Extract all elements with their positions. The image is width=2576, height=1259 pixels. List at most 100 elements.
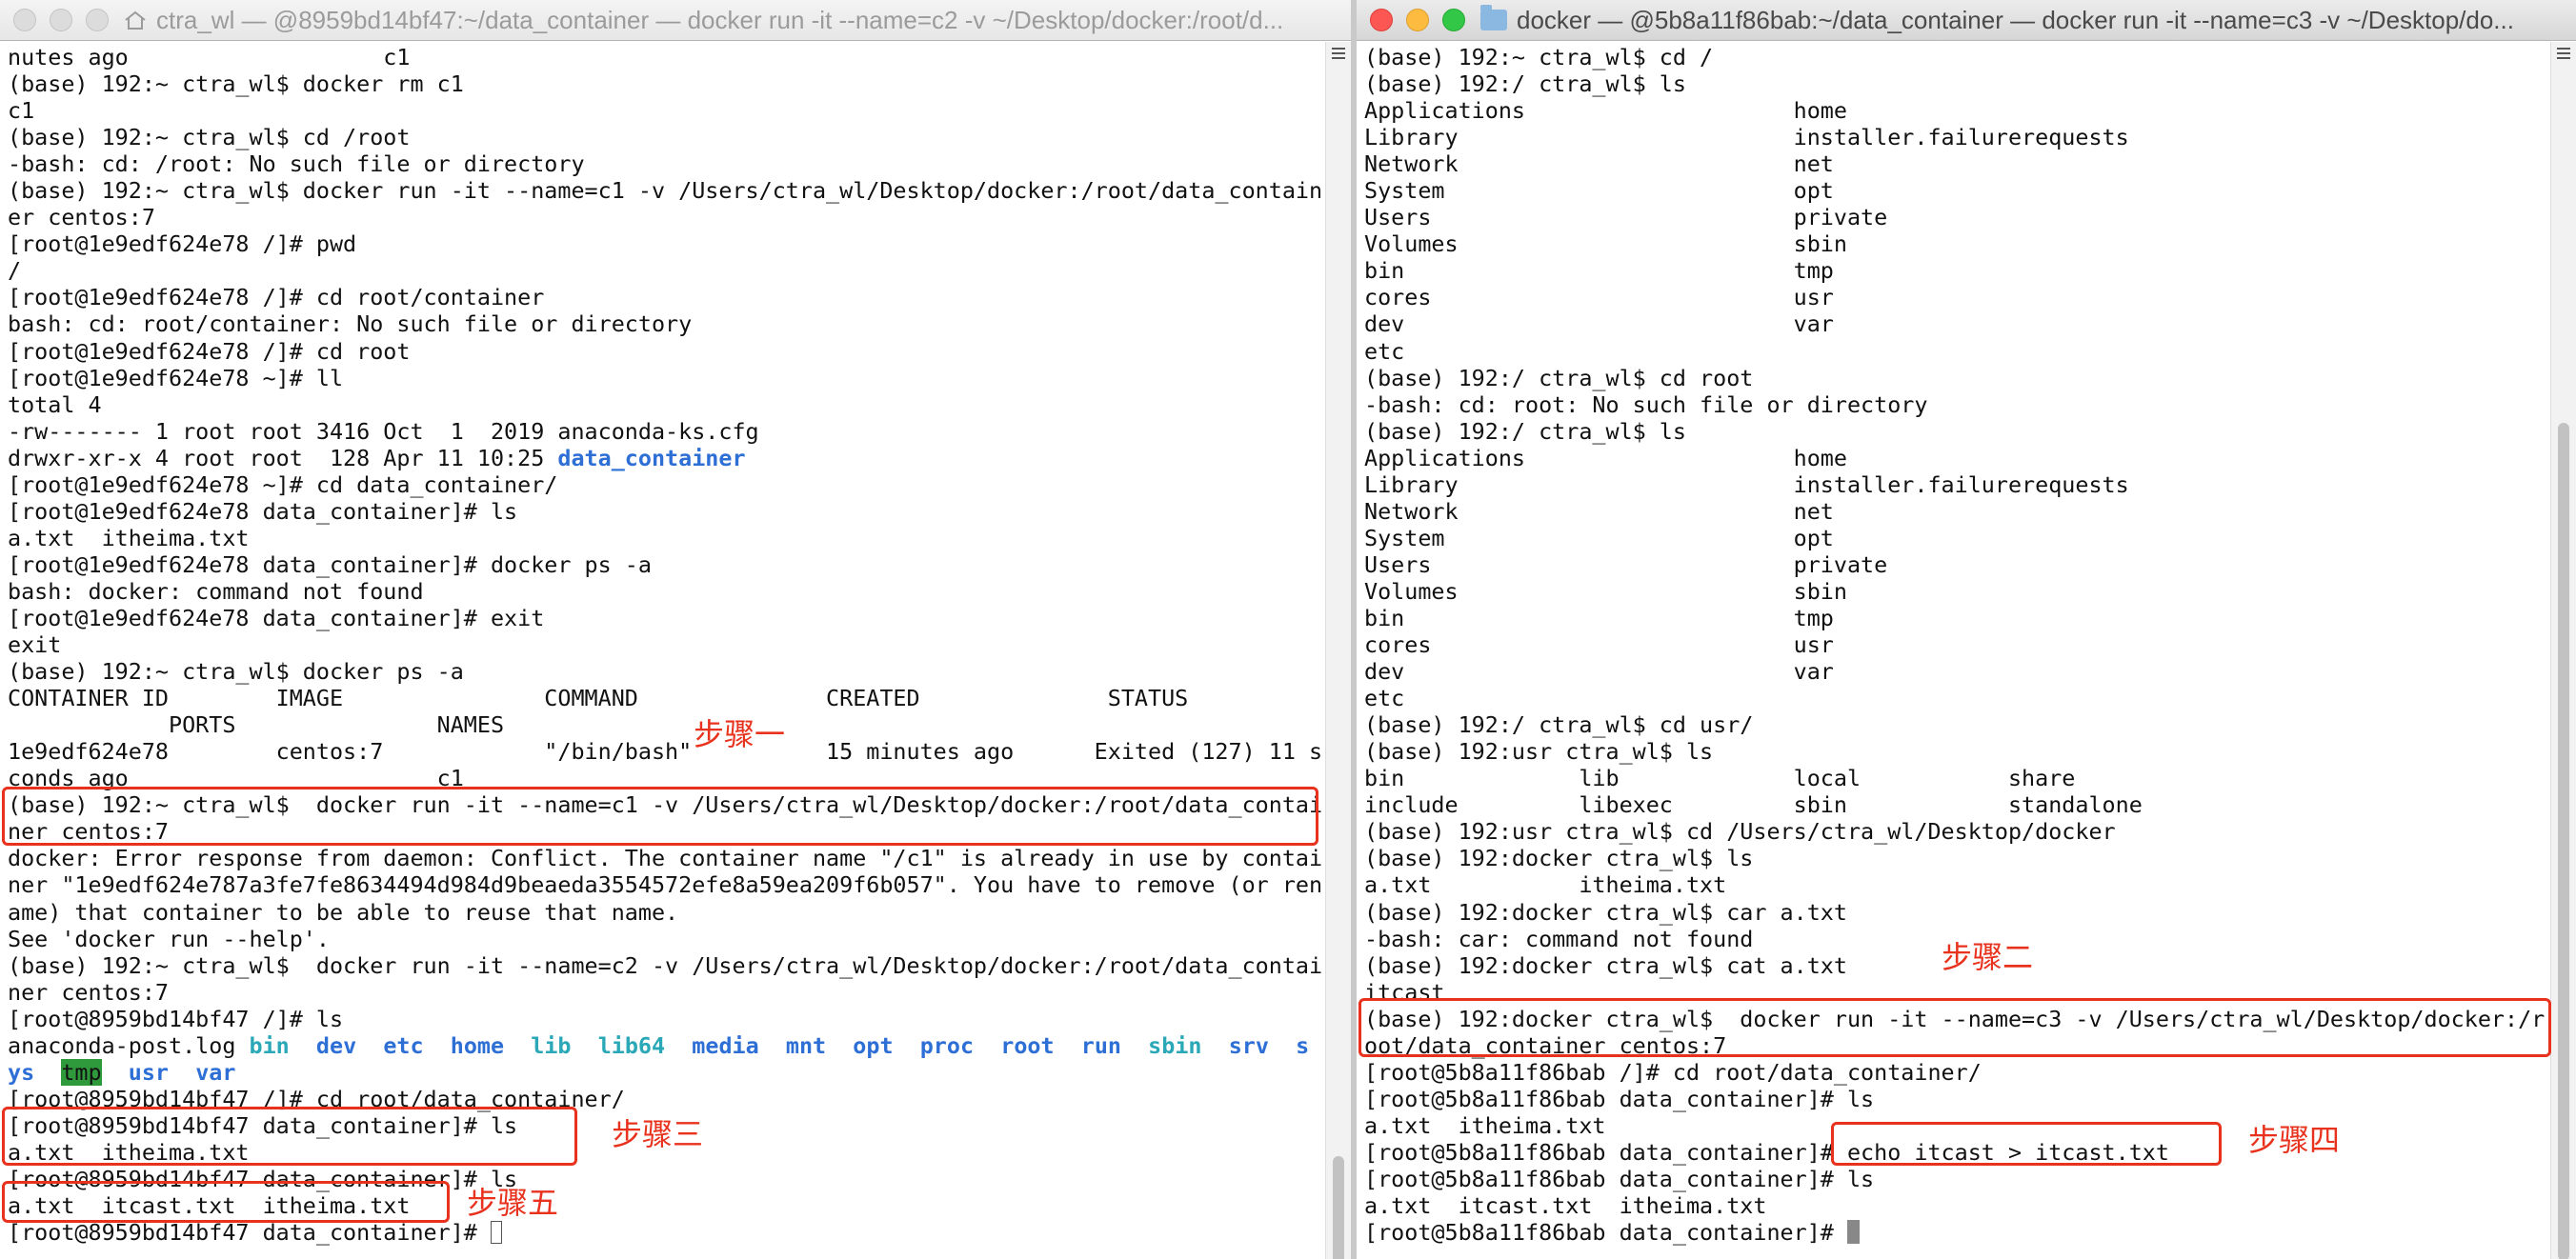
terminal-line: (base) 192:usr ctra_wl$ ls xyxy=(1364,738,1714,766)
terminal-line: nutes ago c1 xyxy=(8,44,411,70)
terminal-line: CONTAINER ID IMAGE COMMAND CREATED STATU… xyxy=(8,685,1189,712)
directory-entry: root xyxy=(1000,1031,1055,1059)
terminal-line: (base) 192:docker ctra_wl$ car a.txt xyxy=(1364,898,1847,926)
step2-label: 步骤二 xyxy=(1942,939,2034,975)
terminal-line: (base) 192:docker ctra_wl$ ls xyxy=(1364,845,1754,872)
terminal-line: (base) 192:/ ctra_wl$ ls xyxy=(1364,70,1686,98)
terminal-line: bin tmp xyxy=(1364,257,1834,285)
terminal-line: dev var xyxy=(1364,658,1834,686)
step1-label: 步骤一 xyxy=(694,716,786,752)
terminal-line: [root@8959bd14bf47 /]# ls xyxy=(8,1005,344,1032)
text-cursor xyxy=(490,1221,502,1245)
highlight-box-step2-command xyxy=(1358,998,2551,1057)
terminal-line: etc xyxy=(1364,337,1405,365)
traffic-lights-left xyxy=(13,9,109,31)
terminal-line: anaconda-post.log bin dev etc home lib l… xyxy=(8,1031,1310,1059)
terminal-line: (base) 192:usr ctra_wl$ cd /Users/ctra_w… xyxy=(1364,818,2116,846)
terminal-line: ner centos:7 xyxy=(8,978,169,1006)
terminal-line: [root@5b8a11f86bab data_container]# xyxy=(1364,1219,2547,1246)
directory-entry: usr xyxy=(128,1058,170,1086)
terminal-line: docker: Error response from daemon: Conf… xyxy=(8,845,1322,872)
highlight-box-step4-echo xyxy=(1831,1122,2222,1166)
split-pane-icon[interactable] xyxy=(1332,48,1345,59)
directory-entry: ys xyxy=(8,1058,35,1086)
zoom-window-button[interactable] xyxy=(1442,9,1465,31)
directory-entry: lib xyxy=(531,1031,572,1059)
terminal-line: (base) 192:/ ctra_wl$ ls xyxy=(1364,417,1686,445)
terminal-line: c1 xyxy=(8,97,35,125)
terminal-line: include libexec sbin standalone xyxy=(1364,791,2143,819)
terminal-line: a.txt itcast.txt itheima.txt xyxy=(1364,1192,1767,1220)
terminal-line: bin tmp xyxy=(1364,604,1834,631)
step4-label: 步骤四 xyxy=(2248,1122,2341,1158)
traffic-lights-right xyxy=(1370,9,1465,31)
directory-entry: sbin xyxy=(1148,1031,1202,1059)
terminal-line: Applications home xyxy=(1364,97,1847,125)
minimize-window-button[interactable] xyxy=(1406,9,1429,31)
directory-entry: opt xyxy=(853,1031,894,1059)
folder-icon xyxy=(1480,5,1507,31)
terminal-line: [root@5b8a11f86bab /]# cd root/data_cont… xyxy=(1364,1058,1982,1086)
scrollbar-right[interactable] xyxy=(2550,42,2576,1259)
title-bar-right[interactable]: docker — @5b8a11f86bab:~/data_container … xyxy=(1357,0,2576,41)
terminal-line: (base) 192:~ ctra_wl$ docker rm c1 xyxy=(8,70,464,98)
terminal-line: -bash: cd: /root: No such file or direct… xyxy=(8,150,585,178)
terminal-line: 1e9edf624e78 centos:7 "/bin/bash" 15 min… xyxy=(8,738,1322,766)
terminal-line: ys tmp usr var xyxy=(8,1058,1322,1086)
close-window-button[interactable] xyxy=(1370,9,1393,31)
terminal-line: ame) that container to be able to reuse … xyxy=(8,898,679,926)
terminal-line: -bash: cd: root: No such file or directo… xyxy=(1364,390,1928,418)
terminal-line: dev var xyxy=(1364,310,1834,338)
terminal-window-left[interactable]: ctra_wl — @8959bd14bf47:~/data_container… xyxy=(0,0,1351,1259)
directory-entry: bin xyxy=(249,1031,290,1059)
terminal-line: [root@1e9edf624e78 /]# cd root/container xyxy=(8,284,545,311)
terminal-line: exit xyxy=(8,631,62,659)
terminal-line: bin lib local share xyxy=(1364,765,2076,792)
terminal-window-right[interactable]: docker — @5b8a11f86bab:~/data_container … xyxy=(1357,0,2576,1259)
terminal-line: PORTS NAMES xyxy=(8,711,505,739)
terminal-line: [root@1e9edf624e78 data_container]# exit xyxy=(8,604,545,631)
terminal-line: er centos:7 xyxy=(8,204,155,231)
terminal-line: (base) 192:~ ctra_wl$ docker ps -a xyxy=(8,658,464,686)
directory-entry: var xyxy=(195,1058,236,1086)
terminal-line: (base) 192:~ ctra_wl$ docker run -it --n… xyxy=(8,177,1322,205)
zoom-window-button[interactable] xyxy=(86,9,109,31)
directory-entry: s xyxy=(1296,1031,1310,1059)
terminal-line: Library installer.failurerequests xyxy=(1364,470,2129,498)
scroll-thumb-right[interactable] xyxy=(2558,423,2569,1259)
window-title-right: docker — @5b8a11f86bab:~/data_container … xyxy=(1480,0,2566,40)
terminal-line: cores usr xyxy=(1364,631,1834,659)
terminal-line: [root@5b8a11f86bab data_container]# ls xyxy=(1364,1085,1875,1112)
step5-label: 步骤五 xyxy=(467,1185,559,1221)
terminal-line: ner "1e9edf624e787a3fe7fe8634494d984d9be… xyxy=(8,871,1322,899)
terminal-output-right[interactable]: (base) 192:~ ctra_wl$ cd / (base) 192:/ c… xyxy=(1364,44,2547,1246)
text-cursor xyxy=(1846,1220,1860,1245)
highlight-box-step5-ls xyxy=(2,1181,450,1223)
terminal-line: drwxr-xr-x 4 root root 128 Apr 11 10:25 … xyxy=(8,444,746,471)
terminal-line: [root@1e9edf624e78 data_container]# ls xyxy=(8,497,518,525)
step3-label: 步骤三 xyxy=(612,1116,704,1152)
terminal-line: bash: docker: command not found xyxy=(8,577,424,605)
directory-entry: dev xyxy=(315,1031,357,1059)
home-icon xyxy=(125,10,146,30)
scrollbar-left[interactable] xyxy=(1325,42,1351,1259)
terminal-line: etc xyxy=(1364,685,1405,712)
terminal-line: (base) 192:/ ctra_wl$ cd root xyxy=(1364,364,1754,391)
terminal-output-left[interactable]: nutes ago c1 (base) 192:~ ctra_wl$ docker… xyxy=(8,44,1322,1246)
highlight-box-step3-ls xyxy=(2,1107,577,1166)
terminal-line: (base) 192:/ ctra_wl$ cd usr/ xyxy=(1364,711,1754,739)
split-pane-icon[interactable] xyxy=(2557,48,2570,59)
scroll-thumb-left[interactable] xyxy=(1333,1156,1344,1259)
close-window-button[interactable] xyxy=(13,9,36,31)
highlight-box-step1-command xyxy=(2,787,1318,846)
minimize-window-button[interactable] xyxy=(50,9,72,31)
directory-entry: mnt xyxy=(785,1031,827,1059)
directory-entry: run xyxy=(1080,1031,1121,1059)
terminal-line: Applications home xyxy=(1364,444,1847,471)
terminal-line: [root@1e9edf624e78 data_container]# dock… xyxy=(8,550,652,578)
title-bar-left[interactable]: ctra_wl — @8959bd14bf47:~/data_container… xyxy=(0,0,1351,41)
directory-entry: home xyxy=(450,1031,505,1059)
terminal-line: [root@1e9edf624e78 /]# pwd xyxy=(8,230,357,258)
directory-entry: media xyxy=(692,1031,759,1059)
directory-entry: proc xyxy=(919,1031,975,1059)
